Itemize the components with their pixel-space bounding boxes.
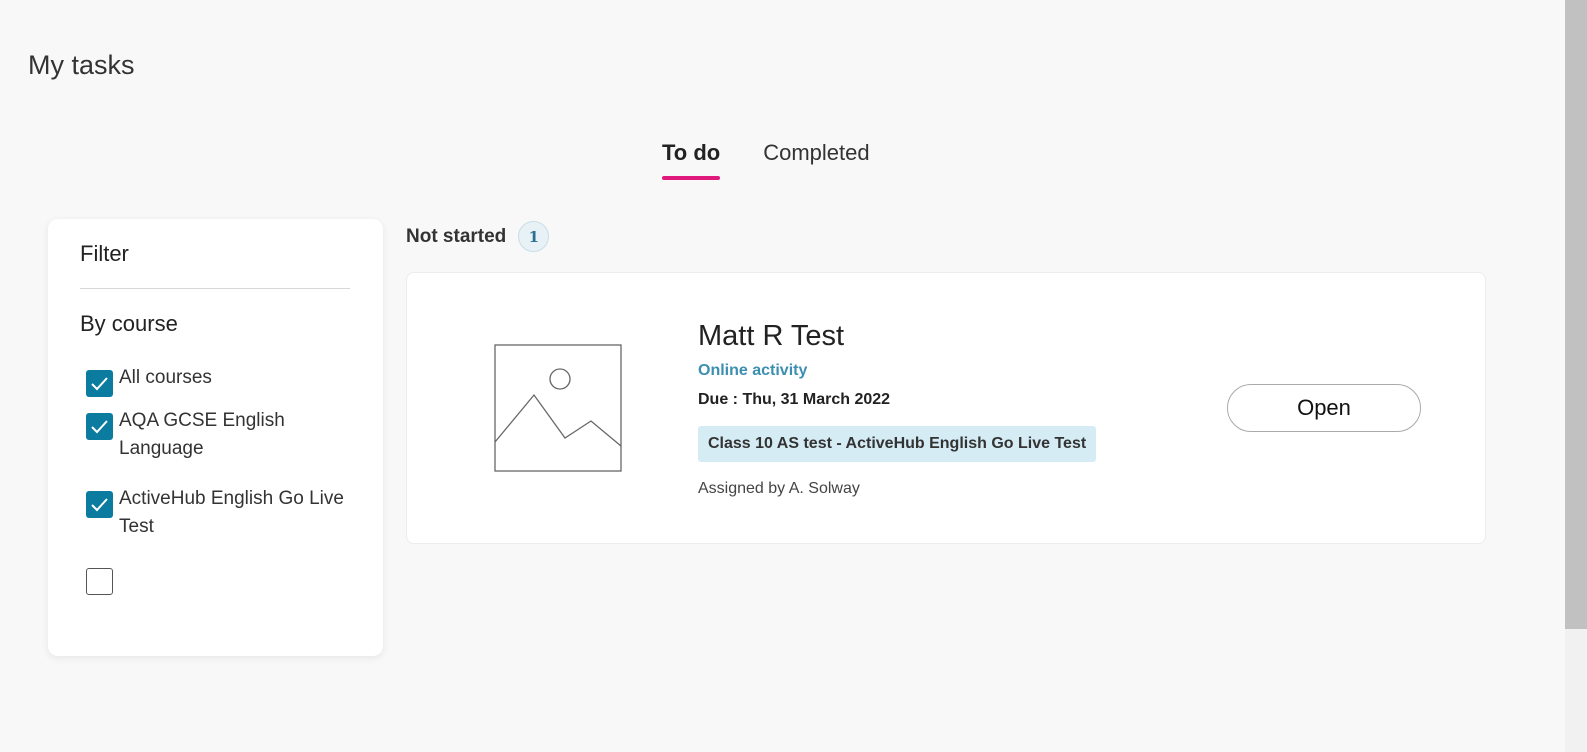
- task-type: Online activity: [698, 362, 808, 379]
- filter-option-label: ActiveHub English Go Live Test: [119, 488, 344, 537]
- filter-panel: Filter By course All courses AQA GCSE En…: [48, 219, 383, 656]
- tab-to-do[interactable]: To do: [662, 140, 721, 180]
- filter-title: Filter: [80, 241, 129, 266]
- filter-option-aqa-gcse[interactable]: AQA GCSE English Language: [86, 407, 354, 463]
- check-icon: [91, 498, 108, 512]
- scrollbar-track[interactable]: [1565, 0, 1587, 752]
- filter-divider: [80, 288, 350, 289]
- open-button[interactable]: Open: [1227, 384, 1421, 432]
- page-title: My tasks: [28, 50, 135, 80]
- assigned-by: Assigned by A. Solway: [698, 480, 860, 497]
- task-due-date: Due : Thu, 31 March 2022: [698, 391, 891, 408]
- class-tag: Class 10 AS test - ActiveHub English Go …: [698, 426, 1097, 462]
- image-placeholder-icon: [494, 344, 624, 479]
- filter-option-label: AQA GCSE English Language: [119, 410, 285, 459]
- check-icon: [91, 420, 108, 434]
- checkbox-all-courses[interactable]: [86, 370, 113, 397]
- section-label: Not started: [406, 225, 507, 247]
- filter-option-activehub[interactable]: ActiveHub English Go Live Test: [86, 485, 354, 541]
- tab-bar: To do Completed: [662, 140, 870, 180]
- scrollbar-thumb[interactable]: [1565, 0, 1587, 629]
- count-badge: 1: [518, 221, 550, 252]
- section-header: Not started 1: [406, 221, 550, 252]
- checkbox-empty[interactable]: [86, 568, 113, 595]
- by-course-heading: By course: [80, 311, 178, 336]
- filter-option-empty[interactable]: [86, 562, 354, 595]
- task-card: Matt R Test Online activity Due : Thu, 3…: [406, 272, 1486, 544]
- tab-completed[interactable]: Completed: [763, 140, 869, 180]
- checkbox-activehub[interactable]: [86, 491, 113, 518]
- task-title: Matt R Test: [698, 320, 845, 352]
- check-icon: [91, 377, 108, 391]
- filter-option-label: All courses: [119, 367, 212, 388]
- filter-option-all-courses[interactable]: All courses: [86, 364, 354, 397]
- checkbox-aqa-gcse[interactable]: [86, 413, 113, 440]
- page: My tasks To do Completed Filter By cours…: [0, 0, 1587, 752]
